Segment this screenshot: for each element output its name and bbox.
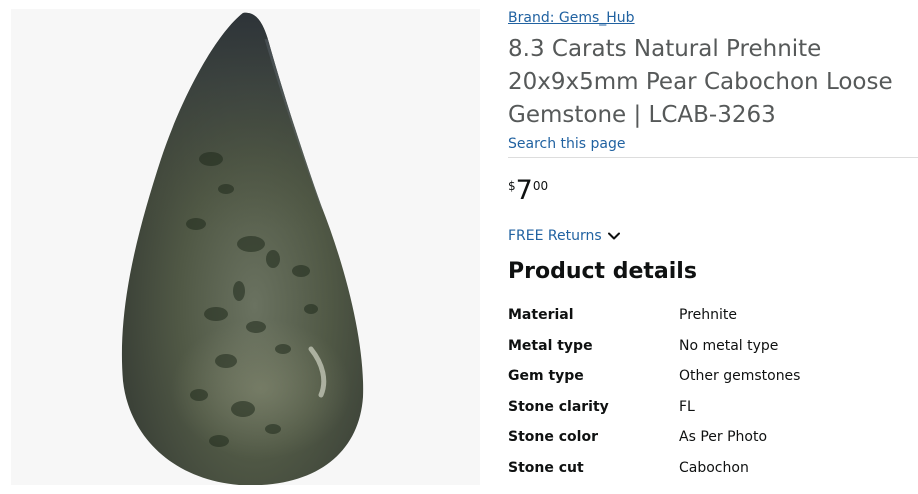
detail-label: Metal type — [508, 337, 593, 354]
detail-label: Stone color — [508, 429, 598, 446]
search-this-page-link[interactable]: Search this page — [508, 136, 626, 152]
detail-value: FL — [679, 398, 695, 415]
detail-value: Other gemstones — [679, 368, 801, 385]
detail-label: Stone clarity — [508, 398, 609, 415]
price-symbol: $ — [508, 179, 516, 193]
detail-value: No metal type — [679, 337, 779, 354]
detail-label: Stone cut — [508, 459, 584, 476]
free-returns-link[interactable]: FREE Returns — [508, 228, 620, 244]
price-whole: 7 — [515, 175, 533, 206]
divider — [508, 157, 918, 158]
detail-row-gem-type: Gem type Other gemstones — [508, 361, 908, 392]
detail-value: As Per Photo — [679, 429, 768, 446]
detail-label: Material — [508, 307, 574, 323]
chevron-down-icon — [607, 228, 620, 244]
product-title: 8.3 Carats Natural Prehnite 20x9x5mm Pea… — [508, 36, 893, 128]
product-page: Brand: Gems_Hub 8.3 Carats Natural Prehn… — [0, 0, 918, 494]
product-details-heading: Product details — [508, 259, 697, 284]
product-details-table: Material Prehnite Metal type No metal ty… — [508, 300, 908, 484]
brand-link[interactable]: Brand: Gems_Hub — [508, 10, 635, 26]
price: $700 — [508, 176, 548, 206]
detail-row-material: Material Prehnite — [508, 300, 908, 331]
gemstone-photo — [121, 12, 364, 485]
detail-row-stone-color: Stone color As Per Photo — [508, 422, 908, 453]
detail-label: Gem type — [508, 368, 584, 385]
price-fraction: 00 — [532, 179, 549, 193]
detail-value: Cabochon — [679, 459, 749, 476]
free-returns-label: FREE Returns — [508, 228, 602, 244]
detail-row-metal-type: Metal type No metal type — [508, 331, 908, 362]
product-image[interactable] — [11, 9, 480, 485]
detail-row-stone-clarity: Stone clarity FL — [508, 392, 908, 423]
detail-row-stone-cut: Stone cut Cabochon — [508, 453, 908, 484]
detail-value: Prehnite — [679, 307, 737, 323]
